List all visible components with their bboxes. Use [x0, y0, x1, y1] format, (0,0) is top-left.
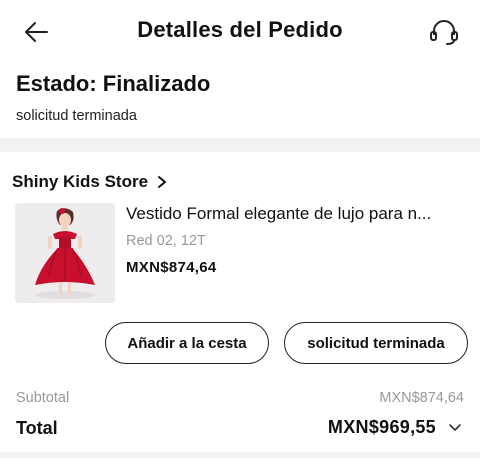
store-link[interactable]: Shiny Kids Store: [12, 171, 167, 193]
product-price: MXN$874,64: [126, 259, 217, 276]
store-name: Shiny Kids Store: [12, 172, 149, 191]
order-status-title: Estado: Finalizado: [16, 71, 211, 96]
chevron-down-icon[interactable]: [448, 423, 462, 433]
total-label: Total: [16, 418, 58, 438]
subtotal-label: Subtotal: [16, 390, 70, 406]
top-bar: Detalles del Pedido: [0, 0, 480, 64]
total-value[interactable]: MXN$969,55: [328, 417, 436, 438]
order-status-subtitle: solicitud terminada: [16, 108, 137, 124]
page-title: Detalles del Pedido: [137, 17, 343, 42]
chevron-right-icon: [158, 176, 167, 188]
add-to-cart-button[interactable]: Añadir a la cesta: [105, 322, 269, 364]
product-name[interactable]: Vestido Formal elegante de lujo para n..…: [126, 204, 431, 224]
section-divider: [0, 138, 480, 152]
bottom-divider: [0, 452, 480, 458]
subtotal-value: MXN$874,64: [379, 390, 464, 406]
request-finished-button[interactable]: solicitud terminada: [284, 322, 468, 364]
headset-icon[interactable]: [428, 18, 460, 46]
product-image[interactable]: [15, 203, 115, 303]
red-dress-thumbnail: [15, 203, 115, 303]
product-variant: Red 02, 12T: [126, 233, 206, 249]
